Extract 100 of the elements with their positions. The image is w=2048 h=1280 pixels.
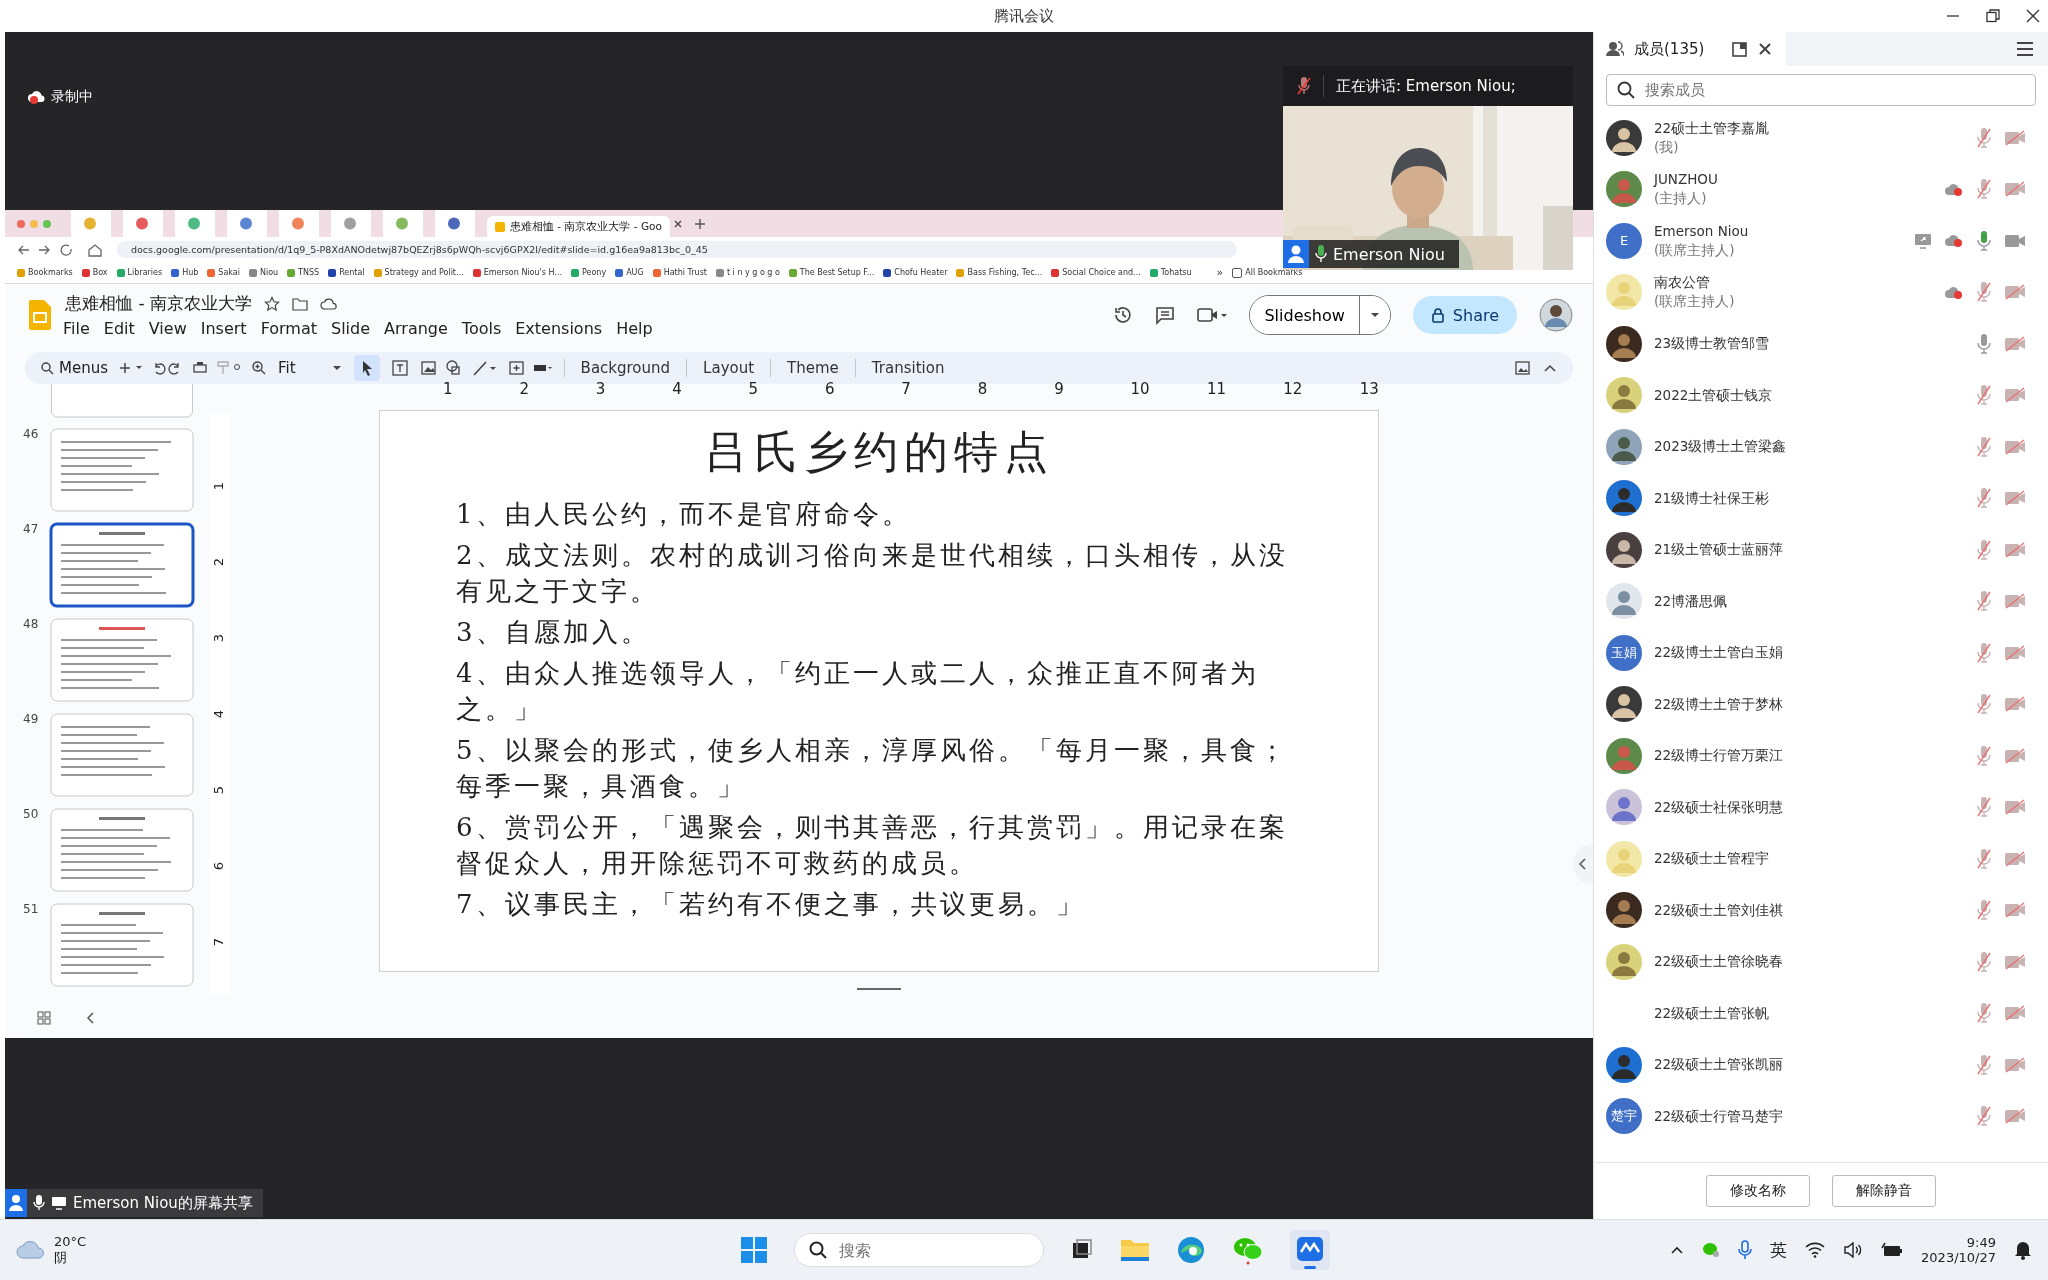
muted-microphone-icon[interactable]	[1976, 641, 1992, 664]
bookmark-link[interactable]: Libraries	[116, 268, 163, 277]
muted-microphone-icon[interactable]	[1976, 1053, 1992, 1076]
comment-icon[interactable]	[1155, 305, 1176, 325]
muted-microphone-icon[interactable]	[1976, 950, 1992, 973]
camera-off-icon[interactable]	[2004, 181, 2026, 198]
camera-off-icon[interactable]	[2004, 850, 2026, 867]
bookmark-link[interactable]: Bass Fishing, Tec...	[956, 268, 1043, 277]
browser-tab-icon[interactable]	[123, 210, 163, 237]
muted-microphone-icon[interactable]	[1976, 1002, 1992, 1025]
search-field[interactable]: 搜索成员	[1606, 74, 2036, 106]
video-call-icon[interactable]	[1197, 306, 1228, 324]
meeting-app-icon[interactable]	[1290, 1230, 1330, 1270]
browser-icon[interactable]	[1176, 1235, 1206, 1265]
chevron-up-icon[interactable]	[1670, 1245, 1685, 1255]
panel-button[interactable]: 修改名称	[1706, 1175, 1810, 1207]
input-method-indicator[interactable]: 英	[1770, 1238, 1788, 1262]
folder-icon[interactable]	[1120, 1237, 1150, 1263]
toolbar-button[interactable]: Theme	[783, 357, 843, 379]
menu-item[interactable]: Extensions	[515, 319, 603, 338]
pop-out-icon[interactable]	[1732, 41, 1749, 57]
bookmark-link[interactable]: Rental	[328, 268, 365, 277]
toolbar-icons-drawing[interactable]	[120, 360, 240, 376]
camera-off-icon[interactable]	[2004, 593, 2026, 610]
browser-tab-icon[interactable]	[227, 210, 267, 237]
muted-microphone-icon[interactable]	[1976, 487, 1992, 510]
insert-tools-drawing[interactable]	[391, 359, 552, 377]
folder-icon[interactable]	[291, 296, 308, 311]
muted-microphone-icon[interactable]	[1976, 693, 1992, 716]
bookmark-link[interactable]: Hathi Trust	[652, 268, 707, 277]
camera-off-icon[interactable]	[2004, 644, 2026, 661]
camera-off-icon[interactable]	[2004, 387, 2026, 404]
camera-off-icon[interactable]	[2004, 953, 2026, 970]
history-icon[interactable]	[1113, 305, 1134, 325]
cloud-icon[interactable]	[319, 296, 338, 311]
collapse-panel-icon[interactable]	[85, 1011, 95, 1025]
window-buttons-icon[interactable]	[17, 219, 51, 228]
wifi-icon[interactable]	[1805, 1242, 1826, 1258]
camera-off-icon[interactable]	[2004, 490, 2026, 507]
bookmark-link[interactable]: Hub	[171, 268, 199, 277]
restore-icon[interactable]	[1986, 9, 2000, 23]
caret-icon[interactable]	[1359, 296, 1390, 334]
camera-icon[interactable]	[2004, 232, 2026, 249]
camera-off-icon[interactable]	[2004, 799, 2026, 816]
bookmark-link[interactable]: The Best Setup F...	[788, 268, 875, 277]
microphone-icon[interactable]	[1976, 229, 1992, 252]
slideshow-button[interactable]: Slideshow	[1250, 296, 1360, 334]
browser-tab-icon[interactable]	[175, 210, 215, 237]
muted-microphone-icon[interactable]	[1976, 538, 1992, 561]
notification-bell-icon[interactable]	[2014, 1240, 2032, 1260]
bookmark-link[interactable]: Bookmarks	[17, 268, 73, 277]
camera-off-icon[interactable]	[2004, 1056, 2026, 1073]
browser-tab-icon[interactable]	[383, 210, 423, 237]
star-icon[interactable]	[263, 295, 280, 312]
browser-tab[interactable]: 患难相恤 - 南京农业大学 - Goo	[487, 216, 670, 237]
bookmark-link[interactable]: Emerson Niou's H...	[472, 268, 562, 277]
muted-microphone-icon[interactable]	[1976, 281, 1992, 304]
muted-microphone-icon[interactable]	[1976, 384, 1992, 407]
muted-microphone-icon[interactable]	[1976, 590, 1992, 613]
bookmark-link[interactable]: Box	[81, 268, 108, 277]
share-button[interactable]: Share	[1412, 296, 1517, 334]
close-tab-icon[interactable]	[673, 219, 682, 228]
menu-icon[interactable]	[2016, 41, 2034, 57]
resize-handle[interactable]	[857, 988, 901, 990]
grid-view-icon[interactable]	[37, 1011, 51, 1025]
slide-canvas[interactable]	[379, 410, 1379, 972]
microphone-icon[interactable]	[1738, 1240, 1753, 1260]
bookmark-link[interactable]: t i n y g o g o	[715, 268, 780, 277]
taskbar-search-field[interactable]: 搜索	[794, 1233, 1044, 1267]
battery-icon[interactable]	[1881, 1242, 1904, 1258]
muted-microphone-icon[interactable]	[1976, 178, 1992, 201]
clock-time[interactable]: 9:49	[1966, 1235, 1996, 1250]
volume-icon[interactable]	[1843, 1242, 1864, 1258]
menu-item[interactable]: File	[63, 319, 90, 338]
camera-off-icon[interactable]	[2004, 902, 2026, 919]
side-panel-toggle-icon[interactable]	[1573, 844, 1593, 884]
slides-logo-icon[interactable]	[29, 300, 51, 330]
windows-start-icon[interactable]	[740, 1236, 768, 1264]
bookmark-link[interactable]: Tohatsu	[1149, 268, 1192, 277]
camera-off-icon[interactable]	[2004, 1108, 2026, 1125]
more-bookmarks[interactable]: »	[1216, 266, 1224, 279]
menu-item[interactable]: Tools	[461, 319, 502, 338]
bookmark-link[interactable]: Peony	[570, 268, 607, 277]
toolbar-button[interactable]: Transition	[867, 357, 949, 379]
menu-item[interactable]: Edit	[103, 319, 135, 338]
camera-off-icon[interactable]	[2004, 541, 2026, 558]
menus-search[interactable]: Menus	[41, 359, 108, 377]
microphone-icon[interactable]	[1976, 332, 1992, 355]
weather-label[interactable]: 阴	[54, 1248, 87, 1267]
slide-thumbnail[interactable]	[49, 522, 195, 608]
close-icon[interactable]	[2026, 9, 2040, 23]
menu-item[interactable]: Slide	[331, 319, 371, 338]
panel-button[interactable]: 解除静音	[1832, 1175, 1936, 1207]
toolbar-button[interactable]: Layout	[699, 357, 759, 379]
camera-off-icon[interactable]	[2004, 696, 2026, 713]
address-field[interactable]: docs.google.com/presentation/d/1q9_5-P8XdANOdetwj87bQEZrj8s6pWQh-scvj6GPX2I/edit#slide=id.g16ea9a813bc_0_45	[117, 241, 1237, 258]
camera-off-icon[interactable]	[2004, 438, 2026, 455]
bookmark-link[interactable]: AUG	[615, 268, 644, 277]
bookmark-link[interactable]: Chofu Heater	[883, 268, 948, 277]
bookmark-link[interactable]: TNSS	[287, 268, 320, 277]
